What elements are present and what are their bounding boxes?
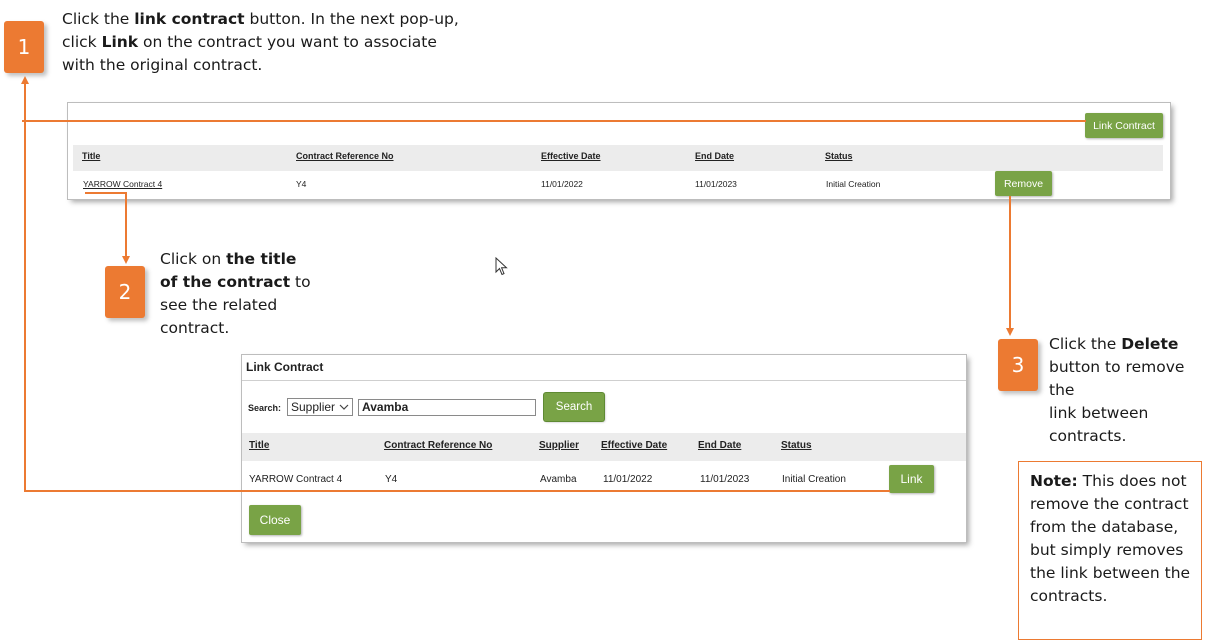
contract-end-date: 11/01/2023 (695, 179, 737, 189)
dialog-contract-reference: Y4 (385, 474, 398, 485)
dialog-header-effective-date: Effective Date (601, 440, 668, 451)
link-button[interactable]: Link (889, 465, 934, 493)
dialog-contract-end-date: 11/01/2023 (700, 474, 750, 485)
chevron-down-icon (339, 404, 349, 410)
note-line-5: the link between the (1030, 564, 1191, 582)
header-title: Title (82, 151, 101, 161)
dialog-title-divider (242, 380, 966, 381)
step-3-line-3: link between (1049, 404, 1149, 422)
search-field-select[interactable]: Supplier (287, 398, 353, 416)
step-1-badge: 1 (4, 21, 44, 73)
dialog-contract-effective-date: 11/01/2022 (603, 474, 653, 485)
step-1-instructions: Click the link contract button. In the n… (62, 8, 462, 77)
contract-status: Initial Creation (826, 179, 881, 189)
dialog-header-supplier: Supplier (539, 440, 580, 451)
contract-title-link[interactable]: YARROW Contract 4 (83, 179, 162, 189)
step-2-connector-horizontal (85, 192, 126, 194)
close-button[interactable]: Close (249, 505, 301, 535)
search-label: Search: (248, 403, 282, 413)
step-1-connector-bottom (24, 490, 890, 492)
note-line-1: Note: This does not (1030, 472, 1187, 490)
dialog-contract-status: Initial Creation (782, 474, 846, 485)
dialog-header-end-date: End Date (698, 440, 742, 451)
step-2-connector-vertical (125, 192, 127, 256)
remove-button[interactable]: Remove (995, 171, 1052, 196)
step-3-line-2: button to remove the (1049, 358, 1185, 399)
step-3-instructions: Click the Delete button to remove the li… (1049, 333, 1214, 448)
search-field-selected-value: Supplier (291, 400, 336, 414)
step-3-arrowhead (1006, 328, 1014, 336)
step-3-connector-vertical (1009, 196, 1011, 328)
header-effective-date: Effective Date (541, 151, 601, 161)
contract-reference: Y4 (296, 179, 307, 189)
step-1-connector-vertical (24, 82, 26, 491)
contract-effective-date: 11/01/2022 (541, 179, 583, 189)
step-2-line-2: of the contract to (160, 273, 311, 291)
note-line-6: contracts. (1030, 587, 1108, 605)
note-line-2: remove the contract (1030, 495, 1189, 513)
step-3-badge: 3 (998, 339, 1038, 391)
linked-contracts-panel: Link Contract Title Contract Reference N… (68, 103, 1170, 199)
header-end-date: End Date (695, 151, 735, 161)
step-1-arrowhead (21, 76, 29, 84)
note-line-4: but simply removes (1030, 541, 1184, 559)
step-2-line-3: see the related (160, 296, 278, 314)
dialog-header-status: Status (781, 440, 812, 451)
dialog-title: Link Contract (246, 360, 324, 374)
note-line-3: from the database, (1030, 518, 1179, 536)
search-button[interactable]: Search (544, 393, 604, 421)
note-box: Note: This does not remove the contract … (1018, 461, 1202, 640)
step-1-connector-top (22, 120, 1086, 122)
step-1-line-2: click Link on the contract you want to a… (62, 33, 437, 51)
step-3-line-1: Click the Delete (1049, 335, 1179, 353)
step-2-badge: 2 (105, 266, 145, 318)
header-status: Status (825, 151, 853, 161)
step-1-line-1: Click the link contract button. In the n… (62, 10, 459, 28)
search-input[interactable]: Avamba (358, 399, 536, 416)
header-contract-reference: Contract Reference No (296, 151, 394, 161)
step-2-line-4: contract. (160, 319, 230, 337)
step-1-line-3: with the original contract. (62, 56, 263, 74)
link-contract-button[interactable]: Link Contract (1085, 113, 1163, 138)
dialog-header-title: Title (249, 440, 270, 451)
step-3-line-4: contracts. (1049, 427, 1127, 445)
dialog-contract-title: YARROW Contract 4 (249, 474, 343, 485)
dialog-contract-supplier: Avamba (540, 474, 577, 485)
table-header-row (73, 145, 1163, 171)
dialog-header-contract-reference: Contract Reference No (384, 440, 493, 451)
step-2-line-1: Click on the title (160, 250, 297, 268)
step-2-instructions: Click on the title of the contract to se… (160, 248, 330, 340)
link-contract-dialog: Link Contract Search: Supplier Avamba Se… (242, 355, 966, 542)
step-2-arrowhead (122, 256, 130, 264)
mouse-cursor-icon (495, 257, 508, 276)
